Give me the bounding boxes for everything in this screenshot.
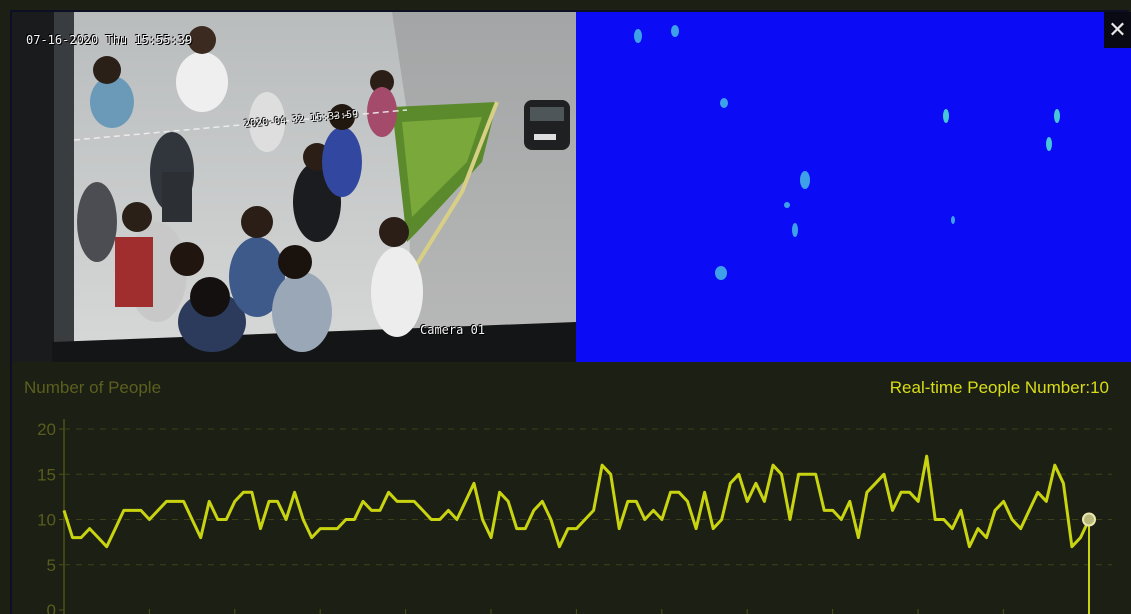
y-tick-label: 20 bbox=[37, 420, 56, 439]
camera-name: Camera 01 bbox=[420, 323, 486, 337]
people-count-panel: Number of People Real-time People Number… bbox=[12, 362, 1131, 614]
y-tick-label: 15 bbox=[37, 465, 56, 484]
heatmap-blobs bbox=[634, 25, 1060, 280]
close-icon: ✕ bbox=[1108, 17, 1127, 42]
camera-timestamp: 07-16-2020 Thu 15:55:39 bbox=[26, 33, 193, 47]
people-line-chart[interactable]: 0 5 10 15 20 bbox=[12, 362, 1131, 614]
y-tick-label: 5 bbox=[47, 556, 56, 575]
y-tick-label: 0 bbox=[47, 601, 56, 614]
series-line bbox=[62, 454, 1091, 549]
camera-feed[interactable]: 07-16-2020 Thu 15:55:39 2020-04 32 15:33… bbox=[12, 12, 576, 362]
camera-image bbox=[12, 12, 576, 362]
monitor-window: 07-16-2020 Thu 15:55:39 2020-04 32 15:33… bbox=[0, 0, 1131, 614]
current-value-point[interactable] bbox=[1082, 512, 1096, 527]
close-button[interactable]: ✕ bbox=[1104, 12, 1131, 48]
heatmap-view: ✕ bbox=[576, 12, 1131, 362]
y-tick-label: 10 bbox=[37, 511, 56, 530]
